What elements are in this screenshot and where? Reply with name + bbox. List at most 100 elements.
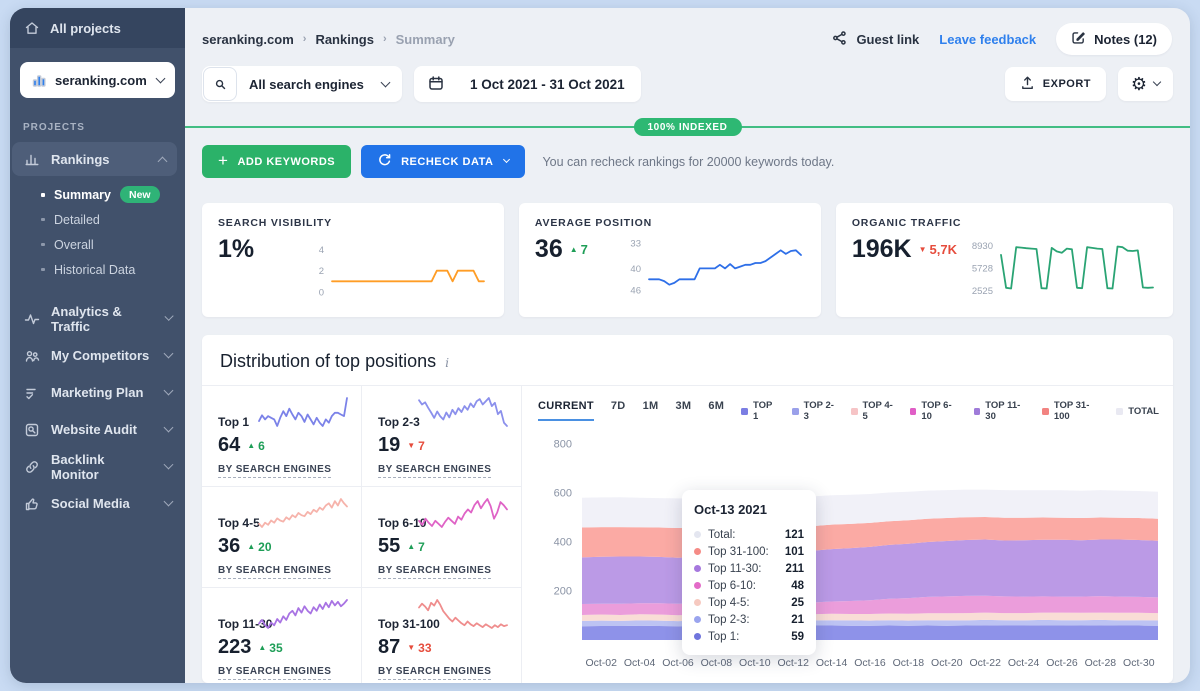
sidebar-item-social-media[interactable]: Social Media <box>10 485 185 522</box>
top-6-10-sparkline <box>417 496 511 530</box>
notes-icon <box>1071 30 1086 48</box>
recheck-label: RECHECK DATA <box>401 156 493 168</box>
project-selector[interactable]: seranking.com <box>20 62 175 98</box>
chevron-up-icon <box>158 156 168 166</box>
by-search-engines-link[interactable]: BY SEARCH ENGINES <box>218 464 331 478</box>
legend-top-1[interactable]: TOP 1 <box>741 400 779 422</box>
position-card-top-1: Top 1 646 BY SEARCH ENGINES <box>202 386 362 486</box>
tab-3m[interactable]: 3M <box>675 400 691 419</box>
svg-text:4: 4 <box>319 245 324 256</box>
chevron-down-icon <box>164 349 174 359</box>
chevron-down-icon <box>1153 78 1161 86</box>
breadcrumb-summary: Summary <box>396 32 455 47</box>
position-card-top-4-5: Top 4-5 3620 BY SEARCH ENGINES <box>202 487 362 587</box>
backlink-icon <box>24 459 40 475</box>
metric-value: 1% <box>218 234 254 264</box>
tab-7d[interactable]: 7D <box>611 400 626 419</box>
organic-traffic-sparkline: 893057282525 <box>957 234 1157 304</box>
position-card-top-11-30: Top 11-30 22335 BY SEARCH ENGINES <box>202 588 362 683</box>
breadcrumb-separator: › <box>383 33 387 45</box>
sidebar-item-rankings[interactable]: Rankings <box>12 142 177 176</box>
competitors-icon <box>24 348 40 364</box>
tab-current[interactable]: CURRENT <box>538 400 594 421</box>
export-button[interactable]: EXPORT <box>1005 67 1106 101</box>
sidebar-subitem-summary[interactable]: Summary New <box>10 182 185 207</box>
svg-text:46: 46 <box>630 286 641 297</box>
svg-text:2525: 2525 <box>972 286 993 297</box>
position-label: Top 2-3 <box>378 415 420 429</box>
stacked-area-chart[interactable]: 200400600800Oct-02Oct-04Oct-06Oct-08Oct-… <box>538 430 1165 683</box>
svg-text:Oct-22: Oct-22 <box>969 657 1001 669</box>
actions-row: + ADD KEYWORDS RECHECK DATA You can rech… <box>202 145 1173 178</box>
tab-1m[interactable]: 1M <box>643 400 659 419</box>
metric-title: SEARCH VISIBILITY <box>218 217 488 229</box>
svg-text:Oct-24: Oct-24 <box>1008 657 1040 669</box>
controls-row: All search engines 1 Oct 2021 - 31 Oct 2… <box>202 66 1173 102</box>
sidebar-item-backlink-monitor[interactable]: Backlink Monitor <box>10 448 185 485</box>
sidebar: All projects seranking.com PROJECTS Rank… <box>10 8 185 683</box>
notes-button[interactable]: Notes (12) <box>1056 23 1172 55</box>
new-badge: New <box>120 186 160 203</box>
recheck-data-button[interactable]: RECHECK DATA <box>361 145 525 178</box>
metric-value: 367 <box>535 234 588 264</box>
export-icon <box>1020 75 1035 93</box>
sidebar-item-label: Website Audit <box>51 422 137 437</box>
position-delta: 33 <box>407 641 431 655</box>
sidebar-item-website-audit[interactable]: Website Audit <box>10 411 185 448</box>
position-label: Top 4-5 <box>218 516 260 530</box>
by-search-engines-link[interactable]: BY SEARCH ENGINES <box>378 565 491 579</box>
sidebar-subitem-overall[interactable]: Overall <box>10 232 185 257</box>
svg-text:600: 600 <box>554 488 572 500</box>
website-audit-icon <box>24 422 40 438</box>
guest-link-button[interactable]: Guest link <box>832 30 919 49</box>
position-card-top-6-10: Top 6-10 557 BY SEARCH ENGINES <box>362 487 521 587</box>
projects-section-label: PROJECTS <box>23 122 185 133</box>
chevron-down-icon <box>164 386 174 396</box>
sidebar-item-analytics-traffic[interactable]: Analytics & Traffic <box>10 300 185 337</box>
refresh-icon <box>377 153 392 171</box>
svg-text:8930: 8930 <box>972 242 993 253</box>
add-keywords-button[interactable]: + ADD KEYWORDS <box>202 145 351 178</box>
search-engine-select[interactable]: All search engines <box>202 66 402 102</box>
chart-range-tabs: CURRENT 7D 1M 3M 6M TOP 1 TOP 2-3 TOP 4-… <box>538 400 1165 422</box>
svg-text:Oct-20: Oct-20 <box>931 657 963 669</box>
by-search-engines-link[interactable]: BY SEARCH ENGINES <box>378 464 491 478</box>
subitem-label: Overall <box>54 238 94 252</box>
info-icon[interactable]: i <box>445 355 449 370</box>
distribution-card: Distribution of top positions i Top 1 64… <box>202 335 1173 683</box>
svg-text:0: 0 <box>319 288 324 299</box>
tab-6m[interactable]: 6M <box>708 400 724 419</box>
legend-top-6-10[interactable]: TOP 6-10 <box>910 400 961 422</box>
svg-text:33: 33 <box>630 239 641 250</box>
svg-text:Oct-12: Oct-12 <box>777 657 809 669</box>
chevron-down-icon <box>164 460 174 470</box>
tooltip-row: Top 4-5:25 <box>694 594 804 611</box>
sidebar-item-marketing-plan[interactable]: Marketing Plan <box>10 374 185 411</box>
svg-text:2: 2 <box>319 267 324 278</box>
by-search-engines-link[interactable]: BY SEARCH ENGINES <box>218 565 331 579</box>
legend-top-2-3[interactable]: TOP 2-3 <box>792 400 838 422</box>
settings-button[interactable]: ⚙ <box>1118 67 1173 101</box>
position-delta: 7 <box>407 439 425 453</box>
sidebar-subitem-detailed[interactable]: Detailed <box>10 207 185 232</box>
legend-top-31-100[interactable]: TOP 31-100 <box>1042 400 1103 422</box>
analytics-icon <box>24 311 40 327</box>
breadcrumb-rankings[interactable]: Rankings <box>315 32 374 47</box>
by-search-engines-link[interactable]: BY SEARCH ENGINES <box>218 666 331 680</box>
sidebar-item-label: Social Media <box>51 496 130 511</box>
by-search-engines-link[interactable]: BY SEARCH ENGINES <box>378 666 491 680</box>
date-range-value: 1 Oct 2021 - 31 Oct 2021 <box>470 77 625 92</box>
plus-icon: + <box>218 152 228 169</box>
breadcrumb-project[interactable]: seranking.com <box>202 32 294 47</box>
all-projects-link[interactable]: All projects <box>10 8 185 48</box>
subitem-label: Summary <box>54 188 111 202</box>
sidebar-item-my-competitors[interactable]: My Competitors <box>10 337 185 374</box>
leave-feedback-link[interactable]: Leave feedback <box>939 32 1036 47</box>
legend-total[interactable]: TOTAL <box>1116 406 1159 417</box>
legend-top-4-5[interactable]: TOP 4-5 <box>851 400 897 422</box>
tooltip-row: Top 1:59 <box>694 628 804 645</box>
sidebar-subitem-historical-data[interactable]: Historical Data <box>10 257 185 282</box>
legend-top-11-30[interactable]: TOP 11-30 <box>974 400 1030 422</box>
date-range-picker[interactable]: 1 Oct 2021 - 31 Oct 2021 <box>414 66 641 102</box>
chevron-down-icon <box>156 73 166 83</box>
